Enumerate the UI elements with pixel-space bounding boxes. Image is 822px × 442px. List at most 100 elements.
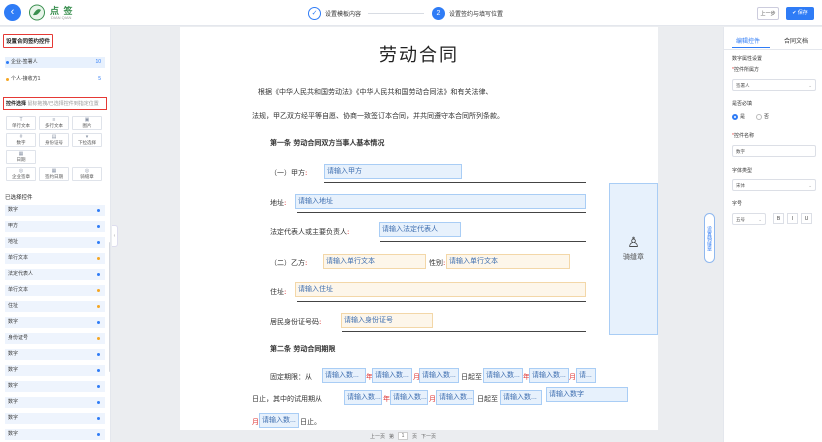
control-label: 身份证号 — [45, 140, 63, 145]
chevron-left-icon: ‹ — [113, 233, 116, 239]
top-bar: ‹ 点 签 DIAN QIAN ✓ 设置模板内容 2 设置签约与填写位置 上一步… — [0, 0, 822, 26]
orange-dot-icon — [97, 257, 100, 260]
number-field[interactable]: 请输入数... — [529, 368, 569, 383]
id-number-label: 居民身份证号码: — [270, 318, 322, 326]
page-label: 第 — [389, 433, 395, 440]
step-connector — [368, 13, 424, 14]
control-label: 图片 — [82, 123, 92, 128]
selected-control-item[interactable]: 身份证号 — [5, 333, 105, 344]
orange-dot-icon — [97, 289, 100, 292]
owner-select[interactable]: 签署人 ⌄ — [732, 79, 816, 91]
blue-dot-icon — [97, 241, 100, 244]
page-number-input[interactable]: 1 — [398, 432, 409, 440]
number-field-active[interactable]: 请输入数字 — [546, 387, 628, 402]
tab-edit-control[interactable]: 编辑控件 — [736, 36, 760, 45]
control-riding-seal[interactable]: ◎ 骑缝章 — [72, 167, 102, 181]
party-a-field[interactable]: 请输入甲方 — [324, 164, 462, 179]
selected-control-item[interactable]: 数字 — [5, 365, 105, 376]
underline — [297, 212, 586, 213]
control-label: 企业签章 — [12, 174, 30, 179]
font-type-select[interactable]: 宋体 ⌄ — [732, 179, 816, 191]
number-field[interactable]: 请输入数... — [322, 368, 366, 383]
legal-rep-field[interactable]: 请输入法定代表人 — [379, 222, 461, 237]
selected-control-item[interactable]: 数字 — [5, 429, 105, 440]
control-multi-line-text[interactable]: ≡ 多行文本 — [39, 116, 69, 130]
riding-seal-box[interactable]: ♙ 骑缝章 — [609, 183, 658, 335]
check-icon: ✓ — [308, 6, 321, 20]
required-yes-radio[interactable]: 是 — [732, 113, 745, 120]
selected-control-item[interactable]: 数字 — [5, 397, 105, 408]
number-field[interactable]: 请输入数... — [436, 390, 474, 405]
control-date[interactable]: ▦ 日期 — [6, 150, 36, 164]
blue-dot-icon — [97, 225, 100, 228]
number-field[interactable]: 请输入数... — [500, 390, 542, 405]
orange-dot-icon — [97, 337, 100, 340]
selected-control-item[interactable]: 数字 — [5, 413, 105, 424]
control-number[interactable]: # 数字 — [6, 133, 36, 147]
tab-contract-document[interactable]: 合同文档 — [784, 36, 808, 45]
control-id-number[interactable]: ▤ 身份证号 — [39, 133, 69, 147]
italic-button[interactable]: I — [787, 213, 798, 224]
party-item-personal[interactable]: 个人-接收方1 5 — [5, 74, 105, 85]
riding-seal-tab[interactable]: 设置骑缝章 — [704, 213, 715, 263]
id-number-text: 居民身份证号码 — [270, 318, 319, 326]
number-field[interactable]: 请输入数... — [259, 413, 299, 428]
fixed-term-text: 固定期限：从 — [270, 373, 312, 381]
underline-button[interactable]: U — [801, 213, 812, 224]
prev-page-button[interactable]: 上一页 — [370, 433, 385, 440]
step-1[interactable]: ✓ 设置模板内容 — [308, 6, 361, 20]
control-selection-title: 控件选择 — [6, 101, 27, 107]
party-item-enterprise[interactable]: 企业-签署人 10 — [5, 57, 105, 68]
font-type-value: 宋体 — [736, 183, 745, 188]
number-field[interactable]: 请输入数... — [344, 390, 382, 405]
selected-control-item[interactable]: 数字 — [5, 349, 105, 360]
prev-step-button[interactable]: 上一步 — [757, 7, 779, 20]
address-field[interactable]: 请输入地址 — [295, 194, 586, 209]
selected-control-item[interactable]: 单行文本 — [5, 253, 105, 264]
selected-control-item[interactable]: 数字 — [5, 205, 105, 216]
party-b-field[interactable]: 请输入单行文本 — [323, 254, 426, 269]
next-page-button[interactable]: 下一页 — [421, 433, 436, 440]
number-field[interactable]: 请输入数... — [390, 390, 428, 405]
radio-label: 是 — [740, 114, 746, 120]
left-scrollbar[interactable] — [109, 242, 110, 372]
selected-control-item[interactable]: 住址 — [5, 301, 105, 312]
step-2[interactable]: 2 设置签约与填写位置 — [432, 6, 503, 20]
control-signing-date[interactable]: ▦ 签约日期 — [39, 167, 69, 181]
control-image[interactable]: ▣ 图片 — [72, 116, 102, 130]
control-dropdown[interactable]: ▾ 下拉选择 — [72, 133, 102, 147]
back-button[interactable]: ‹ — [4, 4, 21, 21]
selected-control-item[interactable]: 地址 — [5, 237, 105, 248]
required-no-radio[interactable]: 否 — [756, 113, 769, 120]
blue-dot-icon — [97, 209, 100, 212]
required-label: 是否必填 — [732, 101, 753, 107]
party-b-text: （二）乙方 — [270, 259, 305, 267]
bold-button[interactable]: B — [773, 213, 784, 224]
number-field[interactable]: 请输入数... — [419, 368, 459, 383]
control-enterprise-seal[interactable]: ◎ 企业签章 — [6, 167, 36, 181]
selected-control-item[interactable]: 数字 — [5, 381, 105, 392]
save-button[interactable]: ✔ 保存 — [786, 7, 814, 20]
selected-control-label: 身份证号 — [8, 335, 29, 341]
selected-control-item[interactable]: 数字 — [5, 317, 105, 328]
residence-field[interactable]: 请输入住址 — [295, 282, 586, 297]
number-field[interactable]: 请输入数... — [483, 368, 523, 383]
gender-field[interactable]: 请输入单行文本 — [446, 254, 570, 269]
number-field[interactable]: 请输入数... — [372, 368, 412, 383]
control-name-input[interactable]: 数字 — [732, 145, 816, 157]
leaf-logo — [29, 4, 45, 21]
radio-label: 否 — [764, 114, 770, 120]
selected-control-item[interactable]: 甲方 — [5, 221, 105, 232]
owner-value: 签署人 — [736, 83, 750, 88]
control-single-line-text[interactable]: T 单行文本 — [6, 116, 36, 130]
selected-control-label: 数字 — [8, 367, 19, 373]
selected-control-item[interactable]: 单行文本 — [5, 285, 105, 296]
selected-control-item[interactable]: 法定代表人 — [5, 269, 105, 280]
party-count: 10 — [95, 59, 101, 65]
number-field[interactable]: 请... — [576, 368, 596, 383]
id-number-field[interactable]: 请输入身份证号 — [341, 313, 433, 328]
year-unit: 年 — [383, 395, 390, 403]
collapse-left-handle[interactable]: ‹ — [112, 225, 118, 247]
left-panel: 设置合同签约控件 企业-签署人 10 个人-接收方1 5 控件选择 鼠标拖拽/已… — [0, 27, 111, 442]
font-size-select[interactable]: 五号 ⌄ — [732, 213, 766, 225]
